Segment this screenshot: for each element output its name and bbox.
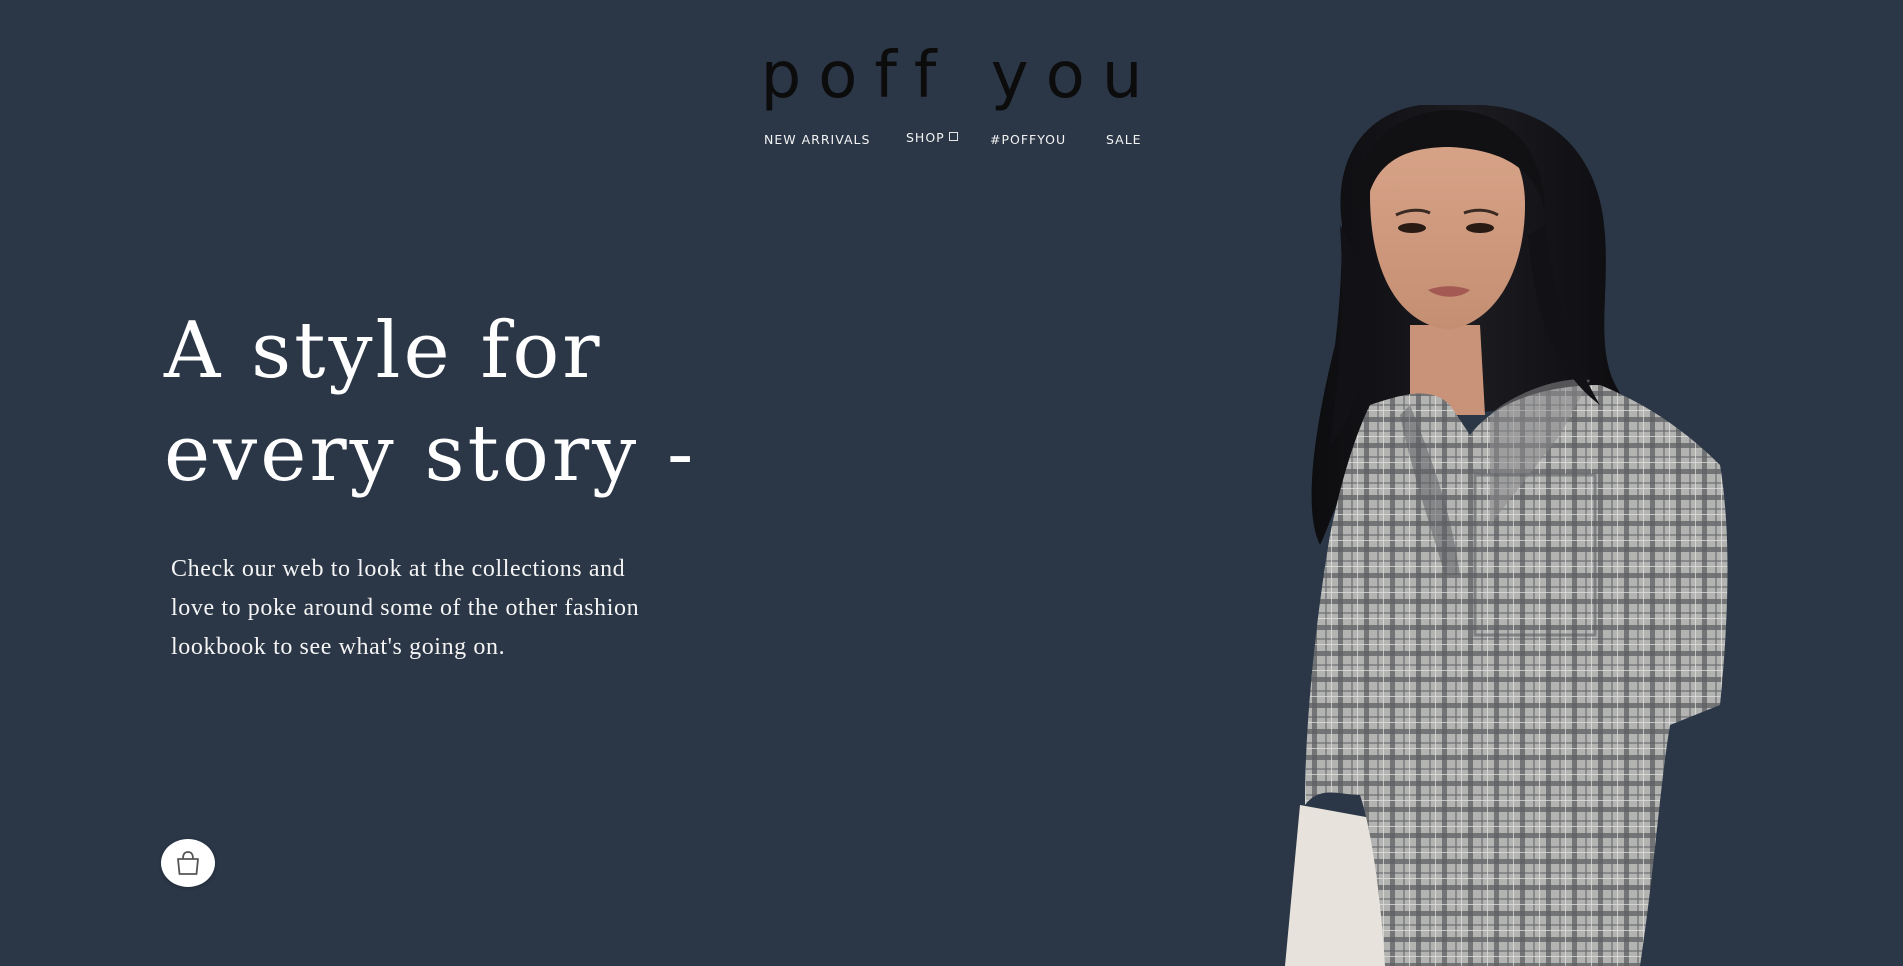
nav-sale[interactable]: SALE bbox=[1106, 130, 1142, 150]
nav-poffyou[interactable]: #POFFYOU bbox=[990, 130, 1066, 150]
nav-shop[interactable]: SHOP bbox=[906, 128, 958, 148]
brand-logo[interactable]: poff you bbox=[0, 36, 1903, 116]
dropdown-icon bbox=[948, 132, 958, 141]
cart-button[interactable] bbox=[161, 839, 215, 887]
nav-new-arrivals[interactable]: NEW ARRIVALS bbox=[764, 130, 870, 150]
model-photo bbox=[1285, 105, 1728, 966]
hero-description: Check our web to look at the collections… bbox=[171, 550, 731, 667]
hero-section: poff you NEW ARRIVALS SHOP #POFFYOU SALE… bbox=[0, 0, 1903, 966]
description-line-1: Check our web to look at the collections… bbox=[171, 556, 626, 582]
nav-shop-label: SHOP bbox=[906, 130, 945, 145]
hero-headline: A style for every story - bbox=[164, 300, 784, 506]
description-line-3: lookbook to see what's going on. bbox=[171, 634, 506, 660]
description-line-2: love to poke around some of the other fa… bbox=[171, 595, 640, 621]
headline-line-2: every story - bbox=[164, 409, 697, 499]
headline-line-1: A style for bbox=[164, 306, 603, 396]
shopping-bag-icon bbox=[177, 851, 199, 875]
